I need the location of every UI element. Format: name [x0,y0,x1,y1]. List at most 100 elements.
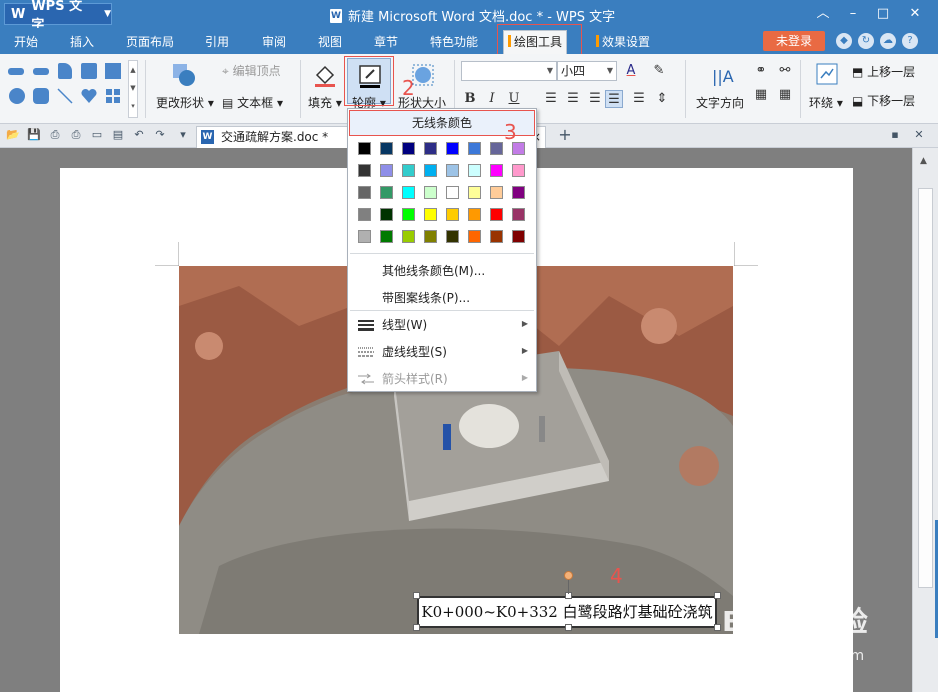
color-swatch[interactable] [380,186,393,199]
color-swatch[interactable] [402,164,415,177]
font-size-combo[interactable]: 小四 ▼ [557,61,617,81]
font-name-combo[interactable]: ▼ [461,61,557,81]
cloud-icon[interactable]: ☁ [880,33,896,49]
close-doc-icon[interactable]: ✕ [912,128,926,142]
color-swatch[interactable] [446,230,459,243]
color-swatch[interactable] [402,142,415,155]
print-preview-icon[interactable]: ▭ [90,128,104,142]
shape-rounded-bar[interactable] [8,68,24,75]
color-swatch[interactable] [512,186,525,199]
color-swatch[interactable] [358,230,371,243]
resize-handle[interactable] [714,624,721,631]
maximize-button[interactable]: □ [872,4,894,24]
change-shape-button[interactable]: 更改形状 ▾ [156,94,214,111]
textbox-button[interactable]: ▤ 文本框 ▾ [222,94,283,111]
tab-view[interactable]: 视图 [314,31,346,53]
tab-insert[interactable]: 插入 [66,31,98,53]
print-icon[interactable]: ⎙ [69,128,83,142]
color-swatch[interactable] [380,230,393,243]
highlight-pen-icon[interactable]: ✎ [650,62,668,80]
text-frame-icon[interactable]: ▦ [752,86,770,104]
tab-review[interactable]: 审阅 [258,31,290,53]
vertical-scrollbar[interactable]: ▲ [912,148,938,692]
tab-section[interactable]: 章节 [370,31,402,53]
color-swatch[interactable] [358,186,371,199]
scroll-thumb[interactable] [918,188,933,588]
color-swatch[interactable] [402,186,415,199]
pattern-line-item[interactable]: 带图案线条(P)... [382,289,470,306]
color-swatch[interactable] [424,142,437,155]
align-center-icon[interactable]: ☰ [564,90,582,108]
app-menu-button[interactable]: W WPS 文字 ▼ [4,0,112,33]
color-swatch[interactable] [358,164,371,177]
color-swatch[interactable] [358,208,371,221]
new-tab-icon[interactable]: + [558,127,572,143]
align-right-icon[interactable]: ☰ [586,90,604,108]
color-swatch[interactable] [468,186,481,199]
color-swatch[interactable] [468,142,481,155]
color-swatch[interactable] [512,164,525,177]
shape-wave[interactable] [81,63,97,79]
shape-windows-icon[interactable] [105,88,121,104]
justify-icon[interactable]: ☰ [605,90,623,108]
color-swatch[interactable] [468,164,481,177]
undo-icon[interactable]: ↶ [132,128,146,142]
color-swatch[interactable] [402,208,415,221]
minimize-button[interactable]: – [842,4,864,24]
dash-style-item[interactable]: 虚线线型(S) [382,343,447,360]
shape-bar[interactable] [33,68,49,75]
shape-heart-icon[interactable] [81,88,97,104]
resize-handle[interactable] [565,624,572,631]
align-left-icon[interactable]: ☰ [542,90,560,108]
color-swatch[interactable] [468,208,481,221]
link-icon[interactable]: ⚭ [752,62,770,80]
color-swatch[interactable] [424,230,437,243]
color-swatch[interactable] [468,230,481,243]
redo-icon[interactable]: ↷ [153,128,167,142]
login-button[interactable]: 未登录 [763,31,825,51]
more-line-colors-item[interactable]: 其他线条颜色(M)... [382,262,485,279]
color-swatch[interactable] [490,230,503,243]
color-swatch[interactable] [512,208,525,221]
distribute-icon[interactable]: ☰ [630,90,648,108]
bring-forward-button[interactable]: ⬒ 上移一层 [852,63,915,80]
color-swatch[interactable] [446,186,459,199]
shape-circle[interactable] [9,88,25,104]
resize-handle[interactable] [413,624,420,631]
fill-button[interactable]: 填充 ▾ [308,94,342,111]
color-swatch[interactable] [446,208,459,221]
collapse-ribbon-icon[interactable]: ︿ [812,4,834,24]
color-swatch[interactable] [380,164,393,177]
color-swatch[interactable] [424,164,437,177]
color-swatch[interactable] [490,186,503,199]
tab-start[interactable]: 开始 [10,31,42,53]
shape-line-icon[interactable] [57,88,73,104]
skin-icon[interactable]: ◆ [836,33,852,49]
export-pdf-icon[interactable]: ⎙ [48,128,62,142]
scroll-up-icon[interactable]: ▲ [920,156,927,166]
color-swatch[interactable] [490,208,503,221]
rotation-handle[interactable] [564,571,573,580]
color-swatch[interactable] [512,230,525,243]
color-swatch[interactable] [446,164,459,177]
save-icon[interactable]: 💾 [27,128,41,142]
gallery-scroll[interactable]: ▲ ▼ ▾ [128,60,138,118]
send-backward-button[interactable]: ⬓ 下移一层 [852,92,915,109]
restore-doc-icon[interactable]: ▪ [888,128,902,142]
open-folder-icon[interactable]: 📂 [6,128,20,142]
resize-handle[interactable] [413,592,420,599]
shape-scroll[interactable] [58,63,72,79]
text-frame-2-icon[interactable]: ▦ [776,86,794,104]
color-swatch[interactable] [490,142,503,155]
tab-references[interactable]: 引用 [201,31,233,53]
tab-page-layout[interactable]: 页面布局 [122,31,178,53]
tab-features[interactable]: 特色功能 [426,31,482,53]
unlink-icon[interactable]: ⚯ [776,62,794,80]
italic-button[interactable]: I [483,90,501,108]
close-window-button[interactable]: ✕ [904,4,926,24]
shape-rounded-rect[interactable] [33,88,49,104]
customize-qa-icon[interactable]: ▾ [176,128,190,142]
shape-square[interactable] [105,63,121,79]
color-swatch[interactable] [358,142,371,155]
tab-effects[interactable]: 效果设置 [592,31,654,53]
